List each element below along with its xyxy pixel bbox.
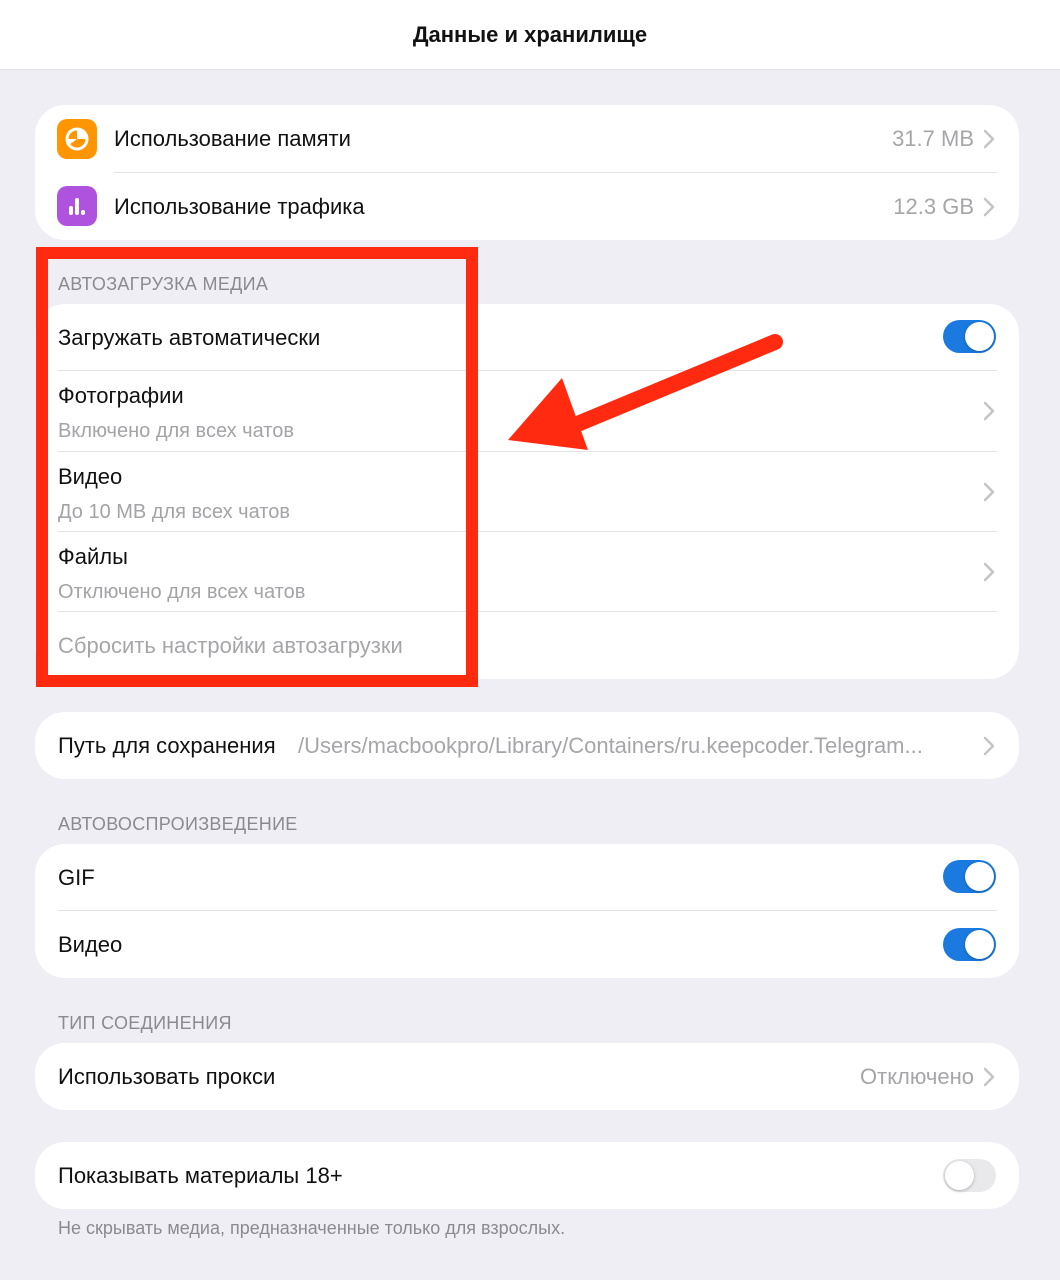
save-path-label: Путь для сохранения [58,733,276,758]
autodownload-header: АВТОЗАГРУЗКА МЕДИА [58,274,269,294]
toggle-knob [965,862,994,891]
photos-row[interactable]: Фотографии Включено для всех чатов [35,371,1019,451]
traffic-usage-label: Использование трафика [114,194,365,219]
gif-row[interactable]: GIF [35,844,1019,910]
traffic-usage-row[interactable]: Использование трафика 12.3 GB [35,173,1019,240]
videos-label: Видео [58,464,123,489]
adult-content-footnote: Не скрывать медиа, предназначенные тольк… [58,1218,566,1238]
photos-status: Включено для всех чатов [58,420,294,442]
save-path-value: /Users/macbookpro/Library/Containers/ru.… [298,733,923,758]
files-status: Отключено для всех чатов [58,581,306,603]
adult-content-row[interactable]: Показывать материалы 18+ [35,1142,1019,1209]
connection-header: ТИП СОЕДИНЕНИЯ [58,1013,232,1033]
chevron-right-icon [983,197,995,217]
pie-chart-icon [57,119,97,159]
files-row[interactable]: Файлы Отключено для всех чатов [35,532,1019,612]
videos-status: До 10 MB для всех чатов [58,501,290,523]
toggle-knob [965,322,994,351]
connection-card: Использовать прокси Отключено [35,1043,1019,1110]
page-title: Данные и хранилище [412,21,648,47]
chevron-right-icon [983,129,995,149]
auto-download-label: Загружать автоматически [58,325,321,350]
toggle-knob [965,930,994,959]
proxy-label: Использовать прокси [58,1064,276,1089]
chevron-right-icon [983,562,995,582]
title-bar: Данные и хранилище [0,0,1060,70]
chevron-right-icon [983,1067,995,1087]
toggle-knob [945,1161,974,1190]
memory-usage-row[interactable]: Использование памяти 31.7 MB [35,105,1019,172]
adult-content-toggle[interactable] [943,1159,996,1192]
gif-label: GIF [58,865,95,890]
reset-autodownload-row[interactable]: Сбросить настройки автозагрузки [35,612,1019,679]
memory-usage-value: 31.7 MB [892,126,974,151]
video-autoplay-row[interactable]: Видео [35,911,1019,978]
photos-label: Фотографии [58,383,184,408]
autoplay-header: АВТОВОСПРОИЗВЕДЕНИЕ [58,814,298,834]
auto-download-row[interactable]: Загружать автоматически [35,304,1019,370]
reset-autodownload-label[interactable]: Сбросить настройки автозагрузки [58,633,403,659]
gif-autoplay-toggle[interactable] [943,860,996,893]
adult-content-label: Показывать материалы 18+ [58,1163,343,1188]
chevron-right-icon [983,401,995,421]
memory-usage-label: Использование памяти [114,126,351,151]
chevron-right-icon [983,736,995,756]
video-autoplay-label: Видео [58,932,123,957]
save-path-row[interactable]: Путь для сохранения /Users/macbookpro/Li… [35,712,1019,779]
usage-card: Использование памяти 31.7 MB Использован… [35,105,1019,240]
auto-download-toggle[interactable] [943,320,996,353]
autodownload-card: Загружать автоматически Фотографии Включ… [35,304,1019,679]
bar-chart-icon [57,186,97,226]
video-autoplay-toggle[interactable] [943,928,996,961]
autoplay-card: GIF Видео [35,844,1019,978]
chevron-right-icon [983,482,995,502]
traffic-usage-value: 12.3 GB [893,194,974,219]
adult-content-card: Показывать материалы 18+ [35,1142,1019,1209]
save-path-card: Путь для сохранения /Users/macbookpro/Li… [35,712,1019,779]
files-label: Файлы [58,544,128,569]
proxy-value: Отключено [860,1064,974,1089]
videos-row[interactable]: Видео До 10 MB для всех чатов [35,452,1019,532]
proxy-row[interactable]: Использовать прокси Отключено [35,1043,1019,1110]
